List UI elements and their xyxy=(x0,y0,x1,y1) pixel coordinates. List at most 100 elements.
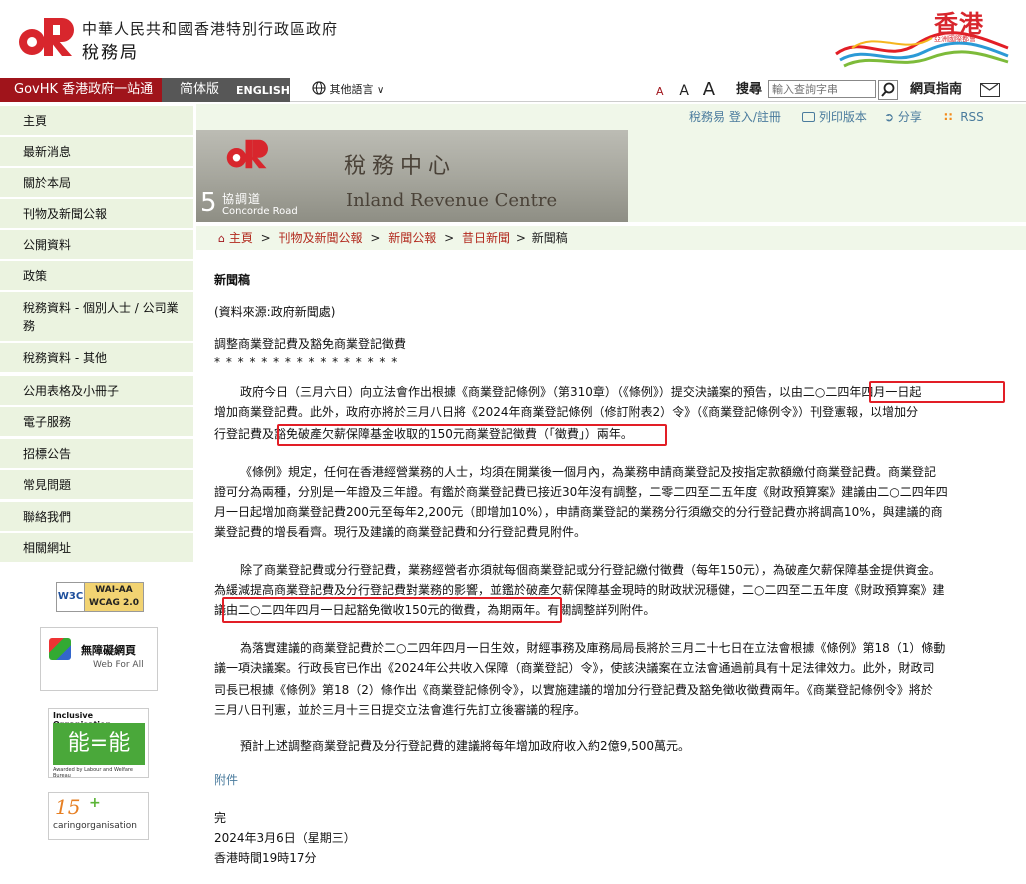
paragraph-2-line-2: 證可分為兩種，分別是一年證及三年證。有鑑於商業登記費已接近30年沒有調整，二零二… xyxy=(214,485,948,499)
paragraph-1-line-2: 增加商業登記費。此外，政府亦將於三月八日將《2024年商業登記條例（修訂附表2）… xyxy=(214,405,919,419)
w3c-logo: W3C xyxy=(57,583,85,611)
breadcrumb-separator: > xyxy=(260,231,271,245)
top-bar: GovHK 香港政府一站通 简体版 ENGLISH 其他語言 ∨ A A A 搜… xyxy=(0,78,1026,102)
web-for-all-icon xyxy=(49,638,71,660)
article-end: 完 xyxy=(214,811,227,825)
attachment-link[interactable]: 附件 xyxy=(214,770,254,790)
search-input[interactable] xyxy=(768,80,876,98)
other-languages-menu[interactable]: 其他語言 ∨ xyxy=(312,78,384,102)
sidebar: 主頁 最新消息 關於本局 刊物及新聞公報 公開資料 政策 稅務資料 - 個別人士… xyxy=(0,104,193,884)
banner-centre-cn: 稅務中心 xyxy=(344,154,457,179)
govhk-link[interactable]: GovHK 香港政府一站通 xyxy=(0,78,162,102)
plus-icon: + xyxy=(89,795,101,811)
banner-address-en: Concorde Road xyxy=(222,206,298,217)
inclusive-organisation-badge[interactable]: Inclusive Organisation 能=能 Awarded by La… xyxy=(48,708,149,779)
breadcrumb-separator: > xyxy=(444,231,455,245)
paragraph-4-line-2: 議一項決議案。行政長官已作出《2024年公共收入保障（商業登記）令》，使該決議案… xyxy=(214,661,935,675)
sidebar-item-policy[interactable]: 政策 xyxy=(0,261,193,291)
font-small-button[interactable]: A xyxy=(656,85,664,98)
caring-organisation-badge[interactable]: 15 + caringorganisation xyxy=(48,792,149,840)
search-icon xyxy=(881,82,895,97)
sidebar-item-links[interactable]: 相關網址 xyxy=(0,533,193,563)
paragraph-2-line-3: 月一日起增加商業登記費200元至每年2,200元（即增加10%），申請商業登記的… xyxy=(214,505,943,519)
breadcrumb-press[interactable]: 新聞公報 xyxy=(388,231,436,245)
inclusive-sub: Awarded by Labour and Welfare Bureau xyxy=(53,767,133,779)
breadcrumb: ⌂ 主頁 > 刊物及新聞公報 > 新聞公報 > 昔日新聞 > 新聞稿 xyxy=(196,226,1026,250)
home-icon[interactable]: ⌂ xyxy=(218,232,225,245)
font-medium-button[interactable]: A xyxy=(679,83,689,99)
department-name: 稅務局 xyxy=(82,43,139,63)
highlight-waiver-period xyxy=(222,597,562,623)
banner-centre-en: Inland Revenue Centre xyxy=(346,190,558,211)
sidebar-item-about[interactable]: 關於本局 xyxy=(0,168,193,198)
printer-icon xyxy=(802,112,815,122)
chevron-down-icon: ∨ xyxy=(377,85,385,96)
web-for-all-en: Web For All xyxy=(93,660,144,670)
web-for-all-cn: 無障礙網頁 xyxy=(81,644,136,657)
wcag-label: WAI-AA WCAG 2.0 xyxy=(85,583,143,611)
sidebar-item-contact[interactable]: 聯絡我們 xyxy=(0,502,193,532)
site-header: 中華人民共和國香港特別行政區政府 稅務局 香港 亞洲國際都會 xyxy=(0,0,1026,78)
sidebar-item-e-services[interactable]: 電子服務 xyxy=(0,407,193,437)
paragraph-3-line-1: 除了商業登記費或分行登記費，業務經營者亦須就每個商業登記或分行登記繳付徵費（每年… xyxy=(240,563,941,577)
breadcrumb-separator: > xyxy=(515,231,526,245)
banner-address-cn: 協調道 xyxy=(222,192,262,206)
search-button[interactable] xyxy=(878,80,898,100)
caring-years: 15 xyxy=(55,795,81,819)
sidebar-item-news[interactable]: 最新消息 xyxy=(0,137,193,167)
brand-hong-kong-dragon-logo xyxy=(835,31,1009,68)
paragraph-2-line-1: 《條例》規定，任何在香港經營業務的人士，均須在開業後一個月內，為業務申請商業登記… xyxy=(240,465,937,479)
share-link[interactable]: ➲ 分享 xyxy=(884,104,922,130)
print-version-link[interactable]: 列印版本 xyxy=(802,104,867,130)
sidebar-item-faq[interactable]: 常見問題 xyxy=(0,470,193,500)
english-link[interactable]: ENGLISH xyxy=(236,78,290,102)
paragraph-5: 預計上述調整商業登記費及分行登記費的建議將每年增加政府收入約2億9,500萬元。 xyxy=(240,739,690,753)
government-name: 中華人民共和國香港特別行政區政府 xyxy=(82,20,339,38)
highlight-levy-waiver xyxy=(277,424,667,446)
sidebar-item-home[interactable]: 主頁 xyxy=(0,106,193,136)
breadcrumb-home[interactable]: 主頁 xyxy=(229,231,253,245)
ird-logo[interactable] xyxy=(18,14,74,60)
font-large-button[interactable]: A xyxy=(703,79,715,100)
breadcrumb-past-news[interactable]: 昔日新聞 xyxy=(462,231,510,245)
inclusive-logo: 能=能 xyxy=(53,723,145,765)
breadcrumb-publications[interactable]: 刊物及新聞公報 xyxy=(279,231,363,245)
banner-address-num: 5 xyxy=(200,188,217,218)
share-icon: ➲ xyxy=(884,110,895,124)
article-heading: 新聞稿 xyxy=(214,273,251,287)
caring-label: caringorganisation xyxy=(53,821,138,831)
paragraph-4-line-4: 三月八日刊憲，並於三月十三日提交立法會進行先訂立後審議的程序。 xyxy=(214,703,587,717)
mail-icon[interactable] xyxy=(980,83,1000,97)
sidebar-item-open-data[interactable]: 公開資料 xyxy=(0,230,193,260)
breadcrumb-current: 新聞稿 xyxy=(531,231,568,245)
rss-icon: ∷ xyxy=(944,110,953,124)
utility-bar: 稅務易 登入/註冊 列印版本 ➲ 分享 ∷ RSS xyxy=(196,104,1026,130)
search-label: 搜尋 xyxy=(736,82,763,97)
wcag-badge[interactable]: W3C WAI-AA WCAG 2.0 xyxy=(56,582,144,612)
inland-revenue-centre-banner: 5 協調道 Concorde Road 稅務中心 Inland Revenue … xyxy=(196,130,628,222)
other-languages-label: 其他語言 xyxy=(329,83,374,96)
site-guide-link[interactable]: 網頁指南 xyxy=(910,78,962,102)
article-title: 調整商業登記費及豁免商業登記徵費 xyxy=(214,337,407,351)
sidebar-item-tax-info-other[interactable]: 稅務資料 - 其他 xyxy=(0,343,193,373)
etax-login-link[interactable]: 稅務易 登入/註冊 xyxy=(689,104,781,130)
sidebar-item-tax-info-individuals-business[interactable]: 稅務資料 - 個別人士 / 公司業務 xyxy=(0,292,193,342)
brand-subtitle: 亞洲國際都會 xyxy=(934,35,976,43)
highlight-effective-date xyxy=(869,381,1005,403)
sidebar-item-tenders[interactable]: 招標公告 xyxy=(0,439,193,469)
article-time: 香港時間19時17分 xyxy=(214,851,317,865)
globe-icon xyxy=(312,81,326,95)
sidebar-item-forms[interactable]: 公用表格及小冊子 xyxy=(0,376,193,406)
paragraph-4-line-1: 為落實建議的商業登記費於二○二四年四月一日生效，財經事務及庫務局局長將於三月二十… xyxy=(240,641,946,655)
paragraph-2-line-4: 業登記費的增長看齊。現行及建議的商業登記費和分行登記費見附件。 xyxy=(214,525,587,539)
article-date: 2024年3月6日（星期三） xyxy=(214,831,356,845)
web-for-all-badge[interactable]: 無障礙網頁 Web For All xyxy=(40,627,158,691)
article-source: (資料來源:政府新聞處) xyxy=(214,305,336,319)
sidebar-item-publications[interactable]: 刊物及新聞公報 xyxy=(0,199,193,229)
rss-link[interactable]: ∷ RSS xyxy=(944,104,984,130)
breadcrumb-separator: > xyxy=(370,231,381,245)
banner-logo xyxy=(226,136,268,172)
article-stars: * * * * * * * * * * * * * * * * xyxy=(214,355,399,369)
paragraph-4-line-3: 司長已根據《條例》第18（2）條作出《商業登記條例令》，以實施建議的增加分行登記… xyxy=(214,683,933,697)
font-size-controls: A A A xyxy=(656,78,715,102)
